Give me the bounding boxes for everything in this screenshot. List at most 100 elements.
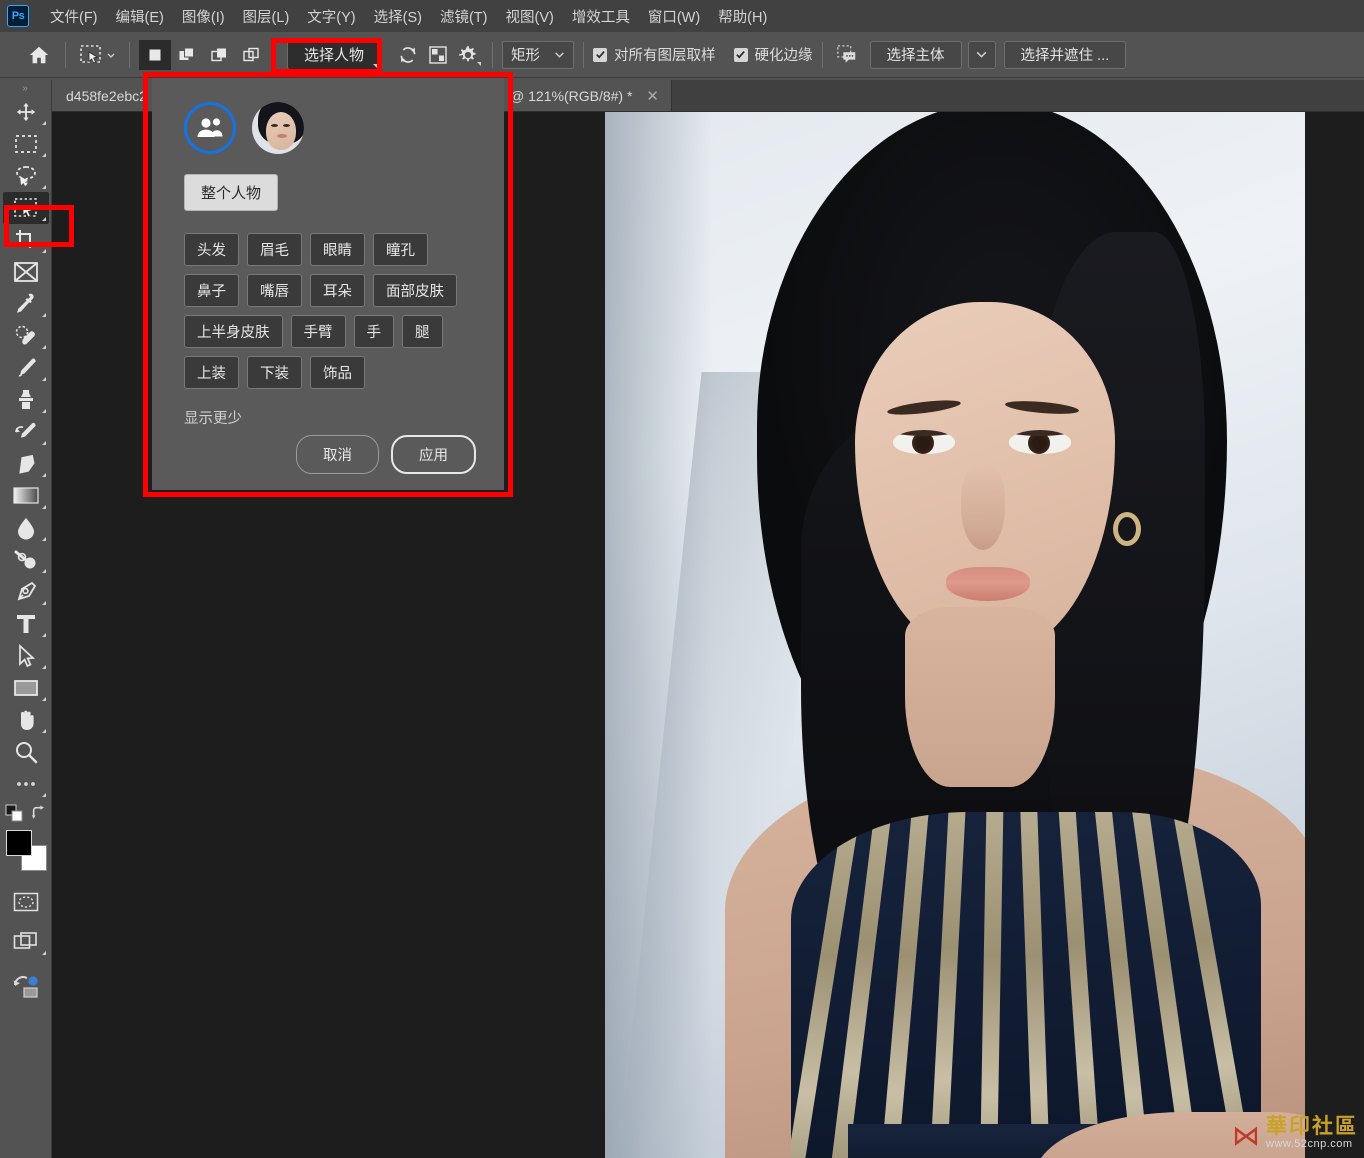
eyedropper-tool[interactable] <box>3 288 49 320</box>
more-tools-button[interactable] <box>3 768 49 800</box>
avatar-all-people[interactable] <box>184 102 236 154</box>
close-tab-icon[interactable]: ✕ <box>640 87 659 105</box>
intersect-with-selection-button[interactable] <box>235 40 267 70</box>
menu-image[interactable]: 图像(I) <box>173 2 234 31</box>
part-button-pupils[interactable]: 瞳孔 <box>373 233 428 266</box>
rectangular-marquee-tool[interactable] <box>3 128 49 160</box>
part-button-hair[interactable]: 头发 <box>184 233 239 266</box>
menu-edit[interactable]: 编辑(E) <box>107 2 173 31</box>
hand-tool[interactable] <box>3 704 49 736</box>
object-finder-button[interactable] <box>423 40 453 70</box>
harden-edge-checkbox[interactable]: 硬化边缘 <box>733 44 813 65</box>
part-button-eyebrows[interactable]: 眉毛 <box>247 233 302 266</box>
gradient-tool[interactable] <box>3 480 49 512</box>
sample-all-layers-checkbox[interactable]: 对所有图层取样 <box>593 44 716 65</box>
quick-mask-button[interactable] <box>3 886 49 918</box>
foreground-color-swatch[interactable] <box>5 830 32 856</box>
object-selection-tool[interactable] <box>2 192 49 224</box>
watermark-site-name: 華印社區 <box>1266 1114 1358 1138</box>
shape-mode-value: 矩形 <box>511 48 541 64</box>
part-button-eyes[interactable]: 眼睛 <box>310 233 365 266</box>
part-button-accessories[interactable]: 饰品 <box>310 356 365 389</box>
pen-tool[interactable] <box>3 576 49 608</box>
share-refresh-image-icon <box>13 976 38 998</box>
home-button[interactable] <box>22 39 56 71</box>
feedback-button[interactable] <box>832 40 862 70</box>
part-button-legs[interactable]: 腿 <box>402 315 443 348</box>
document-image[interactable] <box>605 112 1305 1158</box>
whole-person-button[interactable]: 整个人物 <box>184 174 279 211</box>
frame-tool[interactable] <box>3 256 49 288</box>
menu-type[interactable]: 文字(Y) <box>298 2 364 31</box>
menu-layer[interactable]: 图层(L) <box>234 2 299 31</box>
tool-flyout-triangle <box>41 249 46 253</box>
menu-filter[interactable]: 滤镜(T) <box>431 2 497 31</box>
default-colors-icon[interactable] <box>5 804 23 822</box>
menu-file[interactable]: 文件(F) <box>41 2 107 31</box>
part-button-hands[interactable]: 手 <box>353 315 394 348</box>
shape-mode-dropdown[interactable]: 矩形 <box>502 40 575 69</box>
add-to-selection-button[interactable] <box>171 40 203 70</box>
cancel-button[interactable]: 取消 <box>296 435 379 474</box>
gear-icon <box>459 45 476 61</box>
dodge-tool[interactable] <box>3 544 49 576</box>
move-tool[interactable] <box>3 96 49 128</box>
current-tool-preview[interactable] <box>75 41 120 69</box>
menu-help[interactable]: 帮助(H) <box>709 2 776 31</box>
photoshop-window: Ps 文件(F) 编辑(E) 图像(I) 图层(L) 文字(Y) 选择(S) 滤… <box>0 0 1364 1158</box>
select-subject-button[interactable]: 选择主体 <box>869 40 962 69</box>
menu-view[interactable]: 视图(V) <box>496 2 562 31</box>
crop-tool[interactable] <box>3 224 49 256</box>
select-people-button[interactable]: 选择人物 <box>287 39 382 70</box>
menu-window[interactable]: 窗口(W) <box>639 2 709 31</box>
separator <box>583 41 585 68</box>
history-brush-tool[interactable] <box>3 416 49 448</box>
tool-flyout-triangle <box>41 473 46 477</box>
screen-mode-button[interactable] <box>3 926 49 958</box>
tools-panel-grip[interactable]: » <box>0 80 51 96</box>
part-button-nose[interactable]: 鼻子 <box>184 274 239 307</box>
brush-tool[interactable] <box>3 352 49 384</box>
tool-flyout-triangle <box>41 121 46 125</box>
shape-tool[interactable] <box>3 672 49 704</box>
subtract-from-selection-button[interactable] <box>203 40 235 70</box>
menu-select[interactable]: 选择(S) <box>365 2 431 31</box>
harden-edge-label: 硬化边缘 <box>754 48 813 64</box>
share-image-button[interactable] <box>3 970 49 1002</box>
new-selection-button[interactable] <box>139 39 171 70</box>
menu-plugins[interactable]: 增效工具 <box>563 2 639 31</box>
part-button-lips[interactable]: 嘴唇 <box>247 274 302 307</box>
part-button-ears[interactable]: 耳朵 <box>310 274 365 307</box>
eyedropper-icon <box>16 293 34 313</box>
select-subject-dropdown-button[interactable] <box>967 40 996 69</box>
apply-button[interactable]: 应用 <box>391 435 476 474</box>
part-button-top-clothes[interactable]: 上装 <box>184 356 239 389</box>
color-swatches[interactable] <box>3 828 49 874</box>
clone-stamp-tool[interactable] <box>3 384 49 416</box>
settings-gear-button[interactable] <box>453 40 483 70</box>
blur-tool[interactable] <box>3 512 49 544</box>
refresh-button[interactable] <box>393 40 423 70</box>
path-selection-tool[interactable] <box>3 640 49 672</box>
avatar-lips <box>277 134 287 138</box>
lasso-tool[interactable] <box>3 160 49 192</box>
type-tool[interactable] <box>3 608 49 640</box>
part-button-upper-body-skin[interactable]: 上半身皮肤 <box>184 315 283 348</box>
zoom-tool[interactable] <box>3 736 49 768</box>
swap-colors-icon[interactable] <box>31 805 47 821</box>
image-subject-nose <box>961 464 1005 550</box>
refresh-icon <box>400 46 416 63</box>
select-people-dialog[interactable]: 整个人物 头发 眉毛 眼睛 瞳孔 鼻子 嘴唇 耳朵 面部皮肤 上半身皮肤 手臂 … <box>152 78 504 490</box>
selection-mode-group <box>139 39 267 70</box>
avatar-person-1[interactable] <box>252 102 304 154</box>
part-button-arms[interactable]: 手臂 <box>290 315 346 348</box>
show-less-link[interactable]: 显示更少 <box>184 407 242 428</box>
part-button-bottom-clothes[interactable]: 下装 <box>247 356 302 389</box>
healing-brush-tool[interactable] <box>3 320 49 352</box>
image-subject-earring <box>1113 512 1141 546</box>
select-and-mask-button[interactable]: 选择并遮住 ... <box>1003 40 1127 69</box>
select-subject-label: 选择主体 <box>886 48 945 64</box>
body-part-buttons: 头发 眉毛 眼睛 瞳孔 鼻子 嘴唇 耳朵 面部皮肤 上半身皮肤 手臂 手 腿 上… <box>184 233 486 389</box>
eraser-tool[interactable] <box>3 448 49 480</box>
part-button-facial-skin[interactable]: 面部皮肤 <box>373 274 457 307</box>
